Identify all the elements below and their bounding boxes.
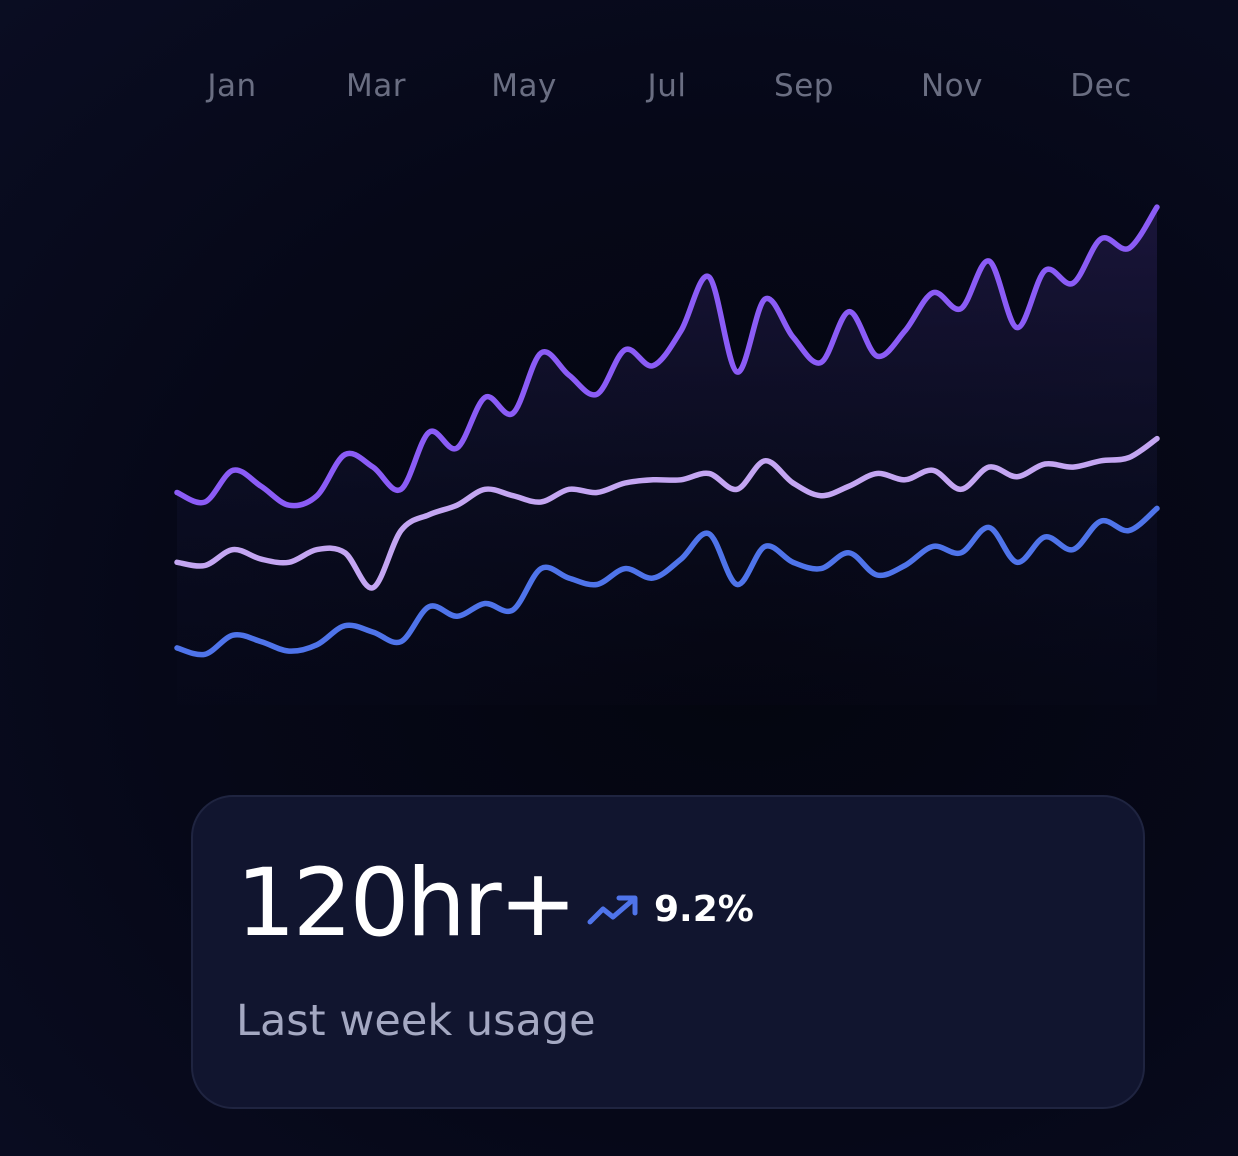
chart-area-fill [177,207,1157,705]
usage-caption: Last week usage [236,996,596,1046]
trend-percentage: 9.2% [654,889,754,930]
usage-chart: Jan Mar May Jul Sep Nov Dec [0,0,1238,760]
usage-line-chart [174,204,1160,705]
area-fill [177,207,1157,705]
usage-value: 120hr+ [236,849,577,958]
trend-up-icon [587,895,638,925]
usage-stat-card: 120hr+ 9.2% Last week usage [191,795,1145,1109]
trend-indicator: 9.2% [586,892,754,928]
